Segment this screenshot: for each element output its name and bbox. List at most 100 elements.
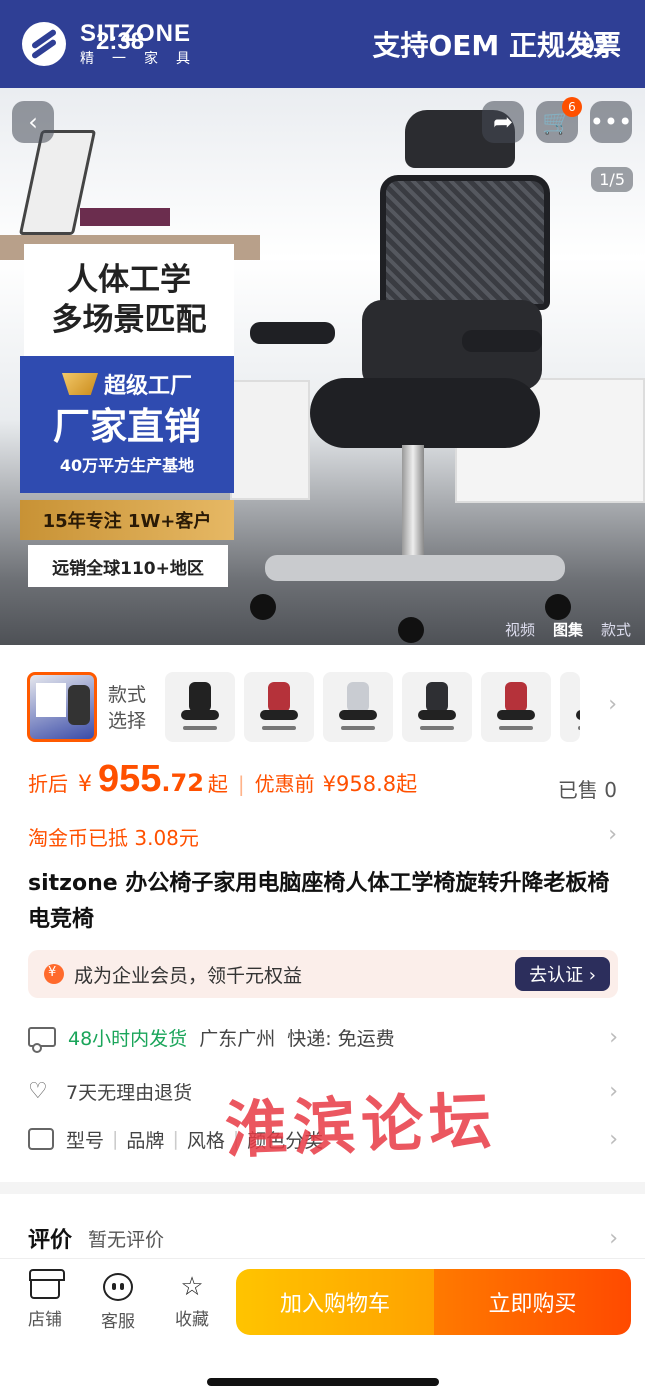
promo-years-text: 15年专注 1W+客户 (20, 500, 234, 540)
price-before-value: ¥958.8起 (322, 772, 418, 796)
tab-video[interactable]: 视频 (505, 619, 535, 640)
chevron-right-icon[interactable]: › (608, 822, 617, 847)
param-brand: 品牌 (126, 1129, 165, 1152)
variant-thumb[interactable] (560, 672, 580, 742)
section-divider (0, 1182, 645, 1194)
variant-chair-seat (339, 710, 377, 720)
customer-service-button[interactable]: 客服 (90, 1273, 146, 1332)
price-after-label: 折后 (28, 772, 68, 796)
price-decimal: .72 (161, 769, 204, 797)
ship-express: 快递: 免运费 (287, 1027, 395, 1050)
chair-armrest-left (250, 322, 335, 344)
chevron-right-icon: › (609, 1024, 618, 1050)
home-indicator[interactable] (207, 1378, 439, 1386)
price-integer: 955 (98, 758, 162, 800)
shipping-row[interactable]: 48小时内发货 广东广州 快递: 免运费 › (28, 1019, 618, 1055)
more-button[interactable]: ••• (590, 101, 632, 143)
variant-selector: 款式 选择 › (0, 660, 645, 760)
add-to-cart-button[interactable]: 加入购物车 (236, 1269, 434, 1335)
media-tabs: 视频 图集 款式 (505, 619, 631, 640)
favorite-button[interactable]: ☆ 收藏 (164, 1273, 220, 1330)
chair-wheel (398, 617, 424, 643)
variant-chair-base (262, 726, 296, 730)
variant-thumb-selected[interactable] (27, 672, 97, 742)
variant-thumb[interactable] (165, 672, 235, 742)
share-button[interactable]: ➦ (482, 101, 524, 143)
review-section[interactable]: 评价 暂无评价 › (28, 1220, 618, 1256)
chair-armrest-right (462, 330, 542, 352)
variant-chair-thumb (68, 685, 90, 725)
variant-label[interactable]: 款式 选择 (108, 682, 146, 734)
price-before-label: 优惠前 (254, 772, 315, 796)
variant-chair-base (499, 726, 533, 730)
cart-button[interactable]: 🛒 6 (536, 97, 582, 143)
param-model: 型号 (66, 1129, 105, 1152)
variant-thumb[interactable] (323, 672, 393, 742)
return-policy-text: 7天无理由退货 (66, 1081, 193, 1104)
buy-now-button[interactable]: 立即购买 (434, 1269, 631, 1335)
promo-factory-card: 超级工厂 厂家直销 40万平方生产基地 (20, 356, 234, 493)
more-dots-icon: ••• (589, 108, 633, 136)
chevron-right-icon: › (609, 1126, 618, 1152)
cart-count-badge: 6 (562, 97, 582, 117)
enterprise-member-banner[interactable]: 成为企业会员，领千元权益 去认证 › (28, 950, 618, 998)
promo-global-text: 远销全球110+地区 (28, 545, 228, 587)
sold-count: 已售 0 (557, 778, 617, 802)
coupon-icon (44, 964, 64, 984)
books-image (80, 208, 170, 226)
chevron-right-icon[interactable]: › (608, 692, 617, 717)
cabinet-image (230, 380, 310, 500)
variant-thumb[interactable] (402, 672, 472, 742)
variant-thumb[interactable] (244, 672, 314, 742)
brand-logo-icon (22, 22, 66, 66)
service-label: 客服 (101, 1312, 135, 1332)
taojin-discount[interactable]: 淘金币已抵 3.08元 (28, 822, 199, 851)
truck-icon (28, 1027, 56, 1053)
super-factory-text: 超级工厂 (103, 374, 192, 399)
variant-label-line1: 款式 (108, 684, 147, 706)
variant-chair-seat (260, 710, 298, 720)
bottom-action-bar: 店铺 客服 ☆ 收藏 加入购物车 立即购买 (0, 1258, 645, 1398)
super-factory-row: 超级工厂 (61, 368, 192, 400)
store-button[interactable]: 店铺 (17, 1269, 73, 1330)
chevron-left-icon: ‹ (28, 108, 38, 136)
variant-chair-base (341, 726, 375, 730)
status-time: 2:38 (96, 28, 145, 55)
share-icon: ➦ (492, 108, 514, 136)
verify-button[interactable]: 去认证 › (515, 957, 610, 991)
service-icon (103, 1273, 133, 1301)
product-image-gallery[interactable]: SITZONE 精一家具 支持OEM 正规发票 2:38 92 ‹ ➦ 🛒 6 … (0, 0, 645, 645)
store-icon (29, 1269, 65, 1299)
param-separator: | (172, 1128, 179, 1150)
variant-chair-back (347, 682, 369, 712)
variant-chair-back (505, 682, 527, 712)
battery-level: 92 (581, 34, 609, 58)
promo-ergonomic-card: 人体工学 多场景匹配 (24, 244, 234, 356)
variant-chair-seat (576, 710, 580, 720)
chevron-right-icon: › (609, 1078, 618, 1104)
variant-promo-thumb (36, 683, 66, 717)
variant-chair-base (183, 726, 217, 730)
chair-base (265, 555, 565, 581)
tab-gallery[interactable]: 图集 (553, 619, 583, 640)
direct-sale-text: 厂家直销 (53, 405, 201, 448)
variant-chair-back (426, 682, 448, 712)
ship-time: 48小时内发货 (68, 1027, 188, 1050)
price-separator: | (237, 772, 245, 796)
heart-shield-icon: ♡ (28, 1078, 48, 1104)
variant-thumb[interactable] (481, 672, 551, 742)
store-label: 店铺 (28, 1310, 62, 1330)
chevron-right-icon: › (609, 1225, 618, 1251)
chair-back (380, 175, 550, 310)
tab-styles[interactable]: 款式 (601, 619, 631, 640)
variant-chair-back (189, 682, 211, 712)
back-button[interactable]: ‹ (12, 101, 54, 143)
member-text: 成为企业会员，领千元权益 (74, 964, 303, 987)
chair-wheel (545, 594, 571, 620)
promo-line2: 多场景匹配 (51, 302, 207, 338)
variant-chair-back (268, 682, 290, 712)
production-base-text: 40万平方生产基地 (59, 456, 195, 475)
price-currency: ¥ (78, 772, 92, 797)
image-page-counter: 1/5 (591, 167, 633, 192)
forum-watermark: 淮滨论坛 (224, 1084, 499, 1167)
